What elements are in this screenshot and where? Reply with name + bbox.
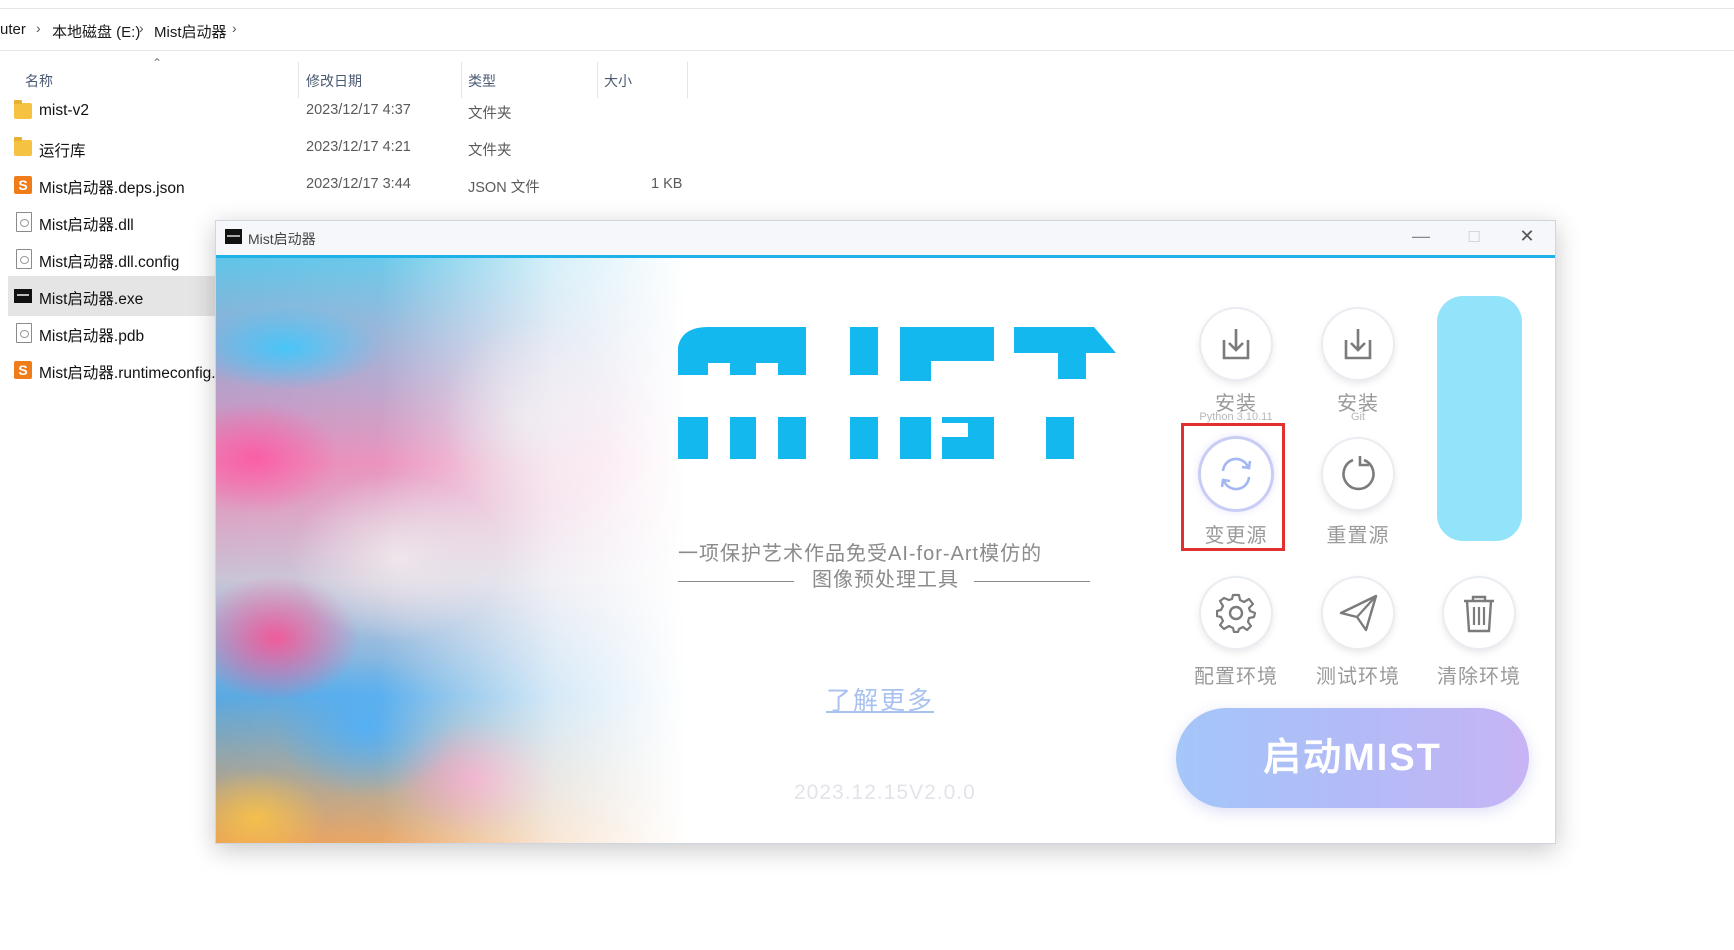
file-name: Mist启动器.dll.config (39, 254, 180, 271)
file-row[interactable]: Mist启动器.pdb (8, 313, 248, 353)
file-type: JSON 文件 (468, 180, 540, 196)
sublime-file-icon: S (14, 361, 32, 379)
file-date: 2023/12/17 4:21 (306, 139, 411, 155)
chevron-right-icon: › (36, 20, 41, 36)
file-name: Mist启动器.deps.json (39, 180, 185, 197)
download-icon-circle (1323, 309, 1393, 379)
file-size: 1 KB (651, 176, 683, 192)
clear-env-button[interactable]: 清除环境 (1431, 578, 1527, 698)
file-name: Mist启动器.dll (39, 217, 134, 234)
paper-plane-icon (1339, 594, 1378, 632)
sort-ascending-icon: ⌃ (152, 56, 163, 70)
config-env-button[interactable]: 配置环境 (1188, 578, 1284, 698)
dll-file-icon (16, 212, 32, 232)
folder-icon (14, 100, 32, 119)
close-icon[interactable]: ✕ (1512, 226, 1542, 247)
send-icon-circle (1323, 578, 1393, 648)
file-date: 2023/12/17 3:44 (306, 176, 411, 192)
file-date: 2023/12/17 4:37 (306, 102, 411, 118)
column-divider[interactable] (597, 62, 598, 98)
reset-source-label: 重置源 (1326, 525, 1390, 547)
side-panel-pill[interactable] (1437, 296, 1522, 541)
launch-mist-button[interactable]: 启动MIST (1176, 708, 1529, 808)
mist-launcher-window: Mist启动器 — ☐ ✕ 一项保护艺术作品免受AI-for-Art模仿的 图像… (215, 220, 1556, 844)
app-icon (225, 229, 242, 244)
reset-icon (1342, 456, 1375, 491)
file-name: 运行库 (39, 143, 86, 160)
artwork-fade-overlay (216, 258, 686, 843)
column-divider[interactable] (298, 62, 299, 98)
version-label: 2023.12.15V2.0.0 (794, 781, 976, 804)
explorer-top-border (0, 8, 1734, 9)
clear-env-label: 清除环境 (1437, 666, 1521, 688)
file-row-selected[interactable]: Mist启动器.exe (8, 276, 248, 316)
file-row[interactable]: S Mist启动器.deps.json (8, 165, 248, 205)
column-header-date[interactable]: 修改日期 (306, 71, 362, 91)
column-divider[interactable] (461, 62, 462, 98)
file-type: 文件夹 (468, 143, 512, 159)
test-env-button[interactable]: 测试环境 (1310, 578, 1406, 698)
file-name: mist-v2 (39, 102, 89, 119)
trash-icon (1464, 595, 1494, 633)
highlight-box (1181, 423, 1285, 551)
sublime-file-icon: S (14, 176, 32, 194)
breadcrumb-drive-e[interactable]: 本地磁盘 (E:) (52, 21, 140, 42)
maximize-icon[interactable]: ☐ (1459, 228, 1489, 246)
download-icon-circle (1201, 309, 1271, 379)
trash-icon-circle (1444, 578, 1514, 648)
window-title: Mist启动器 (248, 231, 316, 247)
reset-source-button[interactable]: 重置源 (1310, 439, 1406, 559)
install-python-sublabel: Python 3.10.11 (1199, 411, 1273, 423)
config-file-icon (16, 249, 32, 269)
breadcrumb-mist-folder[interactable]: Mist启动器 (154, 21, 227, 42)
download-icon (1222, 329, 1250, 360)
file-name: Mist启动器.pdb (39, 328, 145, 345)
minimize-icon[interactable]: — (1406, 226, 1436, 247)
column-divider[interactable] (687, 62, 688, 98)
column-header-type[interactable]: 类型 (468, 71, 496, 91)
config-env-label: 配置环境 (1194, 666, 1278, 688)
install-git-sublabel: Git (1350, 411, 1366, 423)
file-row[interactable]: 运行库 (8, 128, 248, 168)
subtitle-rule-right (974, 581, 1090, 582)
file-row[interactable]: mist-v2 (8, 91, 248, 131)
window-titlebar[interactable]: Mist启动器 — ☐ ✕ (216, 221, 1555, 255)
file-name: Mist启动器.runtimeconfig.js (39, 365, 227, 382)
file-row[interactable]: Mist启动器.dll (8, 202, 248, 242)
subtitle-line-2: 图像预处理工具 (812, 569, 959, 591)
gear-icon-circle (1201, 578, 1271, 648)
file-type: 文件夹 (468, 106, 512, 122)
file-row[interactable]: S Mist启动器.runtimeconfig.js (8, 350, 248, 390)
gear-icon (1216, 593, 1256, 633)
breadcrumb-computer[interactable]: uter (0, 21, 26, 38)
column-header-name[interactable]: 名称 (25, 71, 53, 91)
pdb-file-icon (16, 323, 32, 343)
learn-more-link[interactable]: 了解更多 (826, 681, 934, 717)
file-row[interactable]: Mist启动器.dll.config (8, 239, 248, 279)
chevron-right-icon: › (232, 20, 237, 36)
reset-icon-circle (1323, 439, 1393, 509)
install-git-button[interactable]: 安装 Git (1310, 309, 1406, 429)
subtitle-line-1: 一项保护艺术作品免受AI-for-Art模仿的 (678, 543, 1043, 565)
mist-logo (678, 327, 1116, 459)
chevron-right-icon: › (139, 20, 144, 36)
file-name: Mist启动器.exe (39, 291, 144, 308)
download-icon (1344, 329, 1372, 360)
install-python-button[interactable]: 安装 Python 3.10.11 (1188, 309, 1284, 429)
exe-file-icon (14, 289, 32, 303)
explorer-address-bar[interactable]: uter › 本地磁盘 (E:) › Mist启动器 › (0, 10, 1734, 51)
column-header-size[interactable]: 大小 (604, 71, 632, 91)
test-env-label: 测试环境 (1316, 666, 1400, 688)
folder-icon (14, 137, 32, 156)
